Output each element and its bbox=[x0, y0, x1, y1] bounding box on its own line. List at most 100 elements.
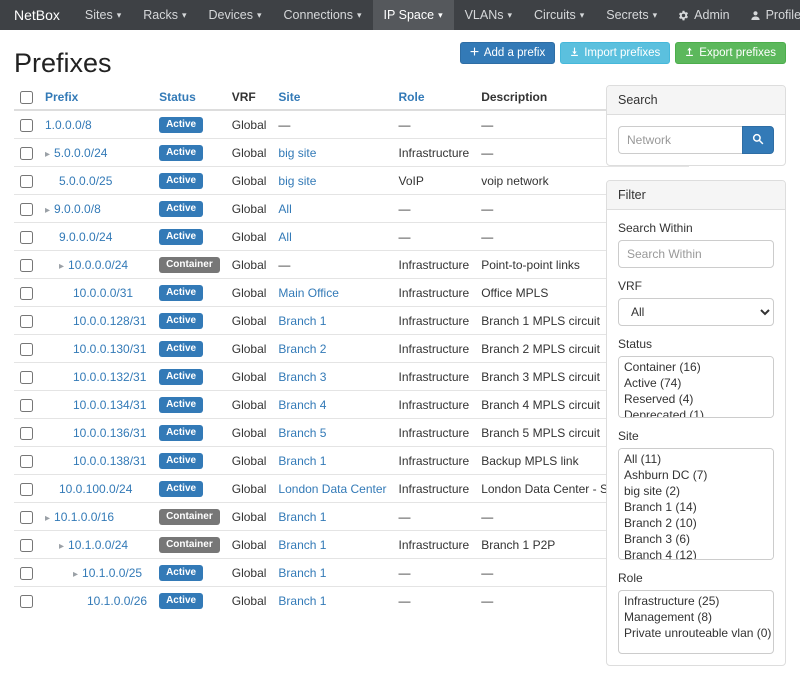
site-link[interactable]: Branch 1 bbox=[278, 454, 326, 468]
site-cell: London Data Center bbox=[272, 475, 392, 503]
prefix-link[interactable]: 10.1.0.0/25 bbox=[82, 566, 142, 580]
site-link[interactable]: Main Office bbox=[278, 286, 338, 300]
site-link[interactable]: Branch 2 bbox=[278, 342, 326, 356]
site-link[interactable]: big site bbox=[278, 146, 316, 160]
site-link[interactable]: Branch 1 bbox=[278, 594, 326, 608]
site-link[interactable]: Branch 4 bbox=[278, 398, 326, 412]
column-sort-status[interactable]: Status bbox=[159, 90, 196, 104]
site-multiselect[interactable]: All (11)Ashburn DC (7)big site (2)Branch… bbox=[618, 448, 774, 560]
filter-option[interactable]: Branch 3 (6) bbox=[621, 531, 771, 547]
prefix-link[interactable]: 10.1.0.0/24 bbox=[68, 538, 128, 552]
status-badge: Active bbox=[159, 565, 203, 581]
filter-option[interactable]: Branch 4 (12) bbox=[621, 547, 771, 560]
site-link[interactable]: All bbox=[278, 202, 291, 216]
filter-option[interactable]: All (11) bbox=[621, 451, 771, 467]
filter-option[interactable]: Management (8) bbox=[621, 609, 771, 625]
role-filter-label: Role bbox=[618, 571, 774, 585]
vrf-select[interactable]: All bbox=[618, 298, 774, 326]
filter-option[interactable]: Branch 2 (10) bbox=[621, 515, 771, 531]
filter-option[interactable]: big site (2) bbox=[621, 483, 771, 499]
add-prefix-button[interactable]: Add a prefix bbox=[460, 42, 555, 64]
nav-item-profile[interactable]: Profile bbox=[740, 0, 800, 30]
status-filter-label: Status bbox=[618, 337, 774, 351]
role-cell: — bbox=[393, 195, 476, 223]
filter-option[interactable]: Deprecated (1) bbox=[621, 407, 771, 418]
row-checkbox[interactable] bbox=[20, 455, 33, 468]
nav-item-circuits[interactable]: Circuits▾ bbox=[523, 0, 595, 30]
role-multiselect[interactable]: Infrastructure (25)Management (8)Private… bbox=[618, 590, 774, 654]
prefix-link[interactable]: 9.0.0.0/8 bbox=[54, 202, 101, 216]
filter-option[interactable]: Infrastructure (25) bbox=[621, 593, 771, 609]
import-prefixes-button[interactable]: Import prefixes bbox=[560, 42, 670, 64]
site-link[interactable]: Branch 3 bbox=[278, 370, 326, 384]
site-link[interactable]: Branch 1 bbox=[278, 510, 326, 524]
row-checkbox[interactable] bbox=[20, 399, 33, 412]
filter-option[interactable]: Reserved (4) bbox=[621, 391, 771, 407]
site-link[interactable]: Branch 5 bbox=[278, 426, 326, 440]
select-all-checkbox[interactable] bbox=[20, 91, 33, 104]
column-sort-role[interactable]: Role bbox=[399, 90, 425, 104]
row-checkbox[interactable] bbox=[20, 343, 33, 356]
prefix-link[interactable]: 5.0.0.0/25 bbox=[59, 174, 112, 188]
row-checkbox[interactable] bbox=[20, 259, 33, 272]
filter-option[interactable]: Private unrouteable vlan (0) bbox=[621, 625, 771, 641]
search-button[interactable] bbox=[742, 126, 774, 154]
row-checkbox[interactable] bbox=[20, 175, 33, 188]
prefix-link[interactable]: 10.0.0.130/31 bbox=[73, 342, 146, 356]
search-input[interactable] bbox=[618, 126, 742, 154]
site-filter-label: Site bbox=[618, 429, 774, 443]
site-link[interactable]: All bbox=[278, 230, 291, 244]
prefix-link[interactable]: 10.1.0.0/16 bbox=[54, 510, 114, 524]
row-checkbox[interactable] bbox=[20, 119, 33, 132]
prefix-link[interactable]: 10.0.0.132/31 bbox=[73, 370, 146, 384]
page-header: Prefixes Add a prefix Import prefixes Ex… bbox=[0, 30, 800, 85]
site-link[interactable]: big site bbox=[278, 174, 316, 188]
prefix-link[interactable]: 10.0.0.136/31 bbox=[73, 426, 146, 440]
status-multiselect[interactable]: Container (16)Active (74)Reserved (4)Dep… bbox=[618, 356, 774, 418]
filter-option[interactable]: Container (16) bbox=[621, 359, 771, 375]
search-within-input[interactable] bbox=[618, 240, 774, 268]
site-link[interactable]: Branch 1 bbox=[278, 566, 326, 580]
export-prefixes-button[interactable]: Export prefixes bbox=[675, 42, 786, 64]
prefix-link[interactable]: 1.0.0.0/8 bbox=[45, 118, 92, 132]
row-checkbox[interactable] bbox=[20, 595, 33, 608]
nav-item-connections[interactable]: Connections▾ bbox=[273, 0, 373, 30]
row-checkbox[interactable] bbox=[20, 539, 33, 552]
row-checkbox[interactable] bbox=[20, 567, 33, 580]
nav-item-racks[interactable]: Racks▾ bbox=[132, 0, 197, 30]
site-cell: big site bbox=[272, 167, 392, 195]
prefix-link[interactable]: 10.0.0.134/31 bbox=[73, 398, 146, 412]
row-checkbox[interactable] bbox=[20, 427, 33, 440]
prefix-link[interactable]: 10.0.0.0/31 bbox=[73, 286, 133, 300]
prefix-link[interactable]: 10.0.0.128/31 bbox=[73, 314, 146, 328]
prefix-link[interactable]: 10.0.0.138/31 bbox=[73, 454, 146, 468]
site-link[interactable]: Branch 1 bbox=[278, 314, 326, 328]
brand-netbox[interactable]: NetBox bbox=[0, 0, 74, 30]
prefix-link[interactable]: 9.0.0.0/24 bbox=[59, 230, 112, 244]
row-checkbox[interactable] bbox=[20, 483, 33, 496]
prefix-link[interactable]: 10.0.0.0/24 bbox=[68, 258, 128, 272]
nav-item-sites[interactable]: Sites▾ bbox=[74, 0, 132, 30]
row-checkbox[interactable] bbox=[20, 147, 33, 160]
prefix-link[interactable]: 5.0.0.0/24 bbox=[54, 146, 107, 160]
filter-option[interactable]: Ashburn DC (7) bbox=[621, 467, 771, 483]
prefix-link[interactable]: 10.0.100.0/24 bbox=[59, 482, 132, 496]
row-checkbox[interactable] bbox=[20, 203, 33, 216]
column-sort-site[interactable]: Site bbox=[278, 90, 300, 104]
filter-option[interactable]: Branch 1 (14) bbox=[621, 499, 771, 515]
nav-item-devices[interactable]: Devices▾ bbox=[198, 0, 273, 30]
filter-option[interactable]: Active (74) bbox=[621, 375, 771, 391]
nav-item-vlans[interactable]: VLANs▾ bbox=[454, 0, 523, 30]
row-checkbox[interactable] bbox=[20, 287, 33, 300]
nav-item-admin[interactable]: Admin bbox=[668, 0, 739, 30]
nav-item-ip-space[interactable]: IP Space▾ bbox=[373, 0, 454, 30]
row-checkbox[interactable] bbox=[20, 511, 33, 524]
nav-item-secrets[interactable]: Secrets▾ bbox=[595, 0, 668, 30]
prefix-link[interactable]: 10.1.0.0/26 bbox=[87, 594, 147, 608]
row-checkbox[interactable] bbox=[20, 371, 33, 384]
column-sort-prefix[interactable]: Prefix bbox=[45, 90, 78, 104]
site-link[interactable]: London Data Center bbox=[278, 482, 386, 496]
row-checkbox[interactable] bbox=[20, 231, 33, 244]
row-checkbox[interactable] bbox=[20, 315, 33, 328]
site-link[interactable]: Branch 1 bbox=[278, 538, 326, 552]
